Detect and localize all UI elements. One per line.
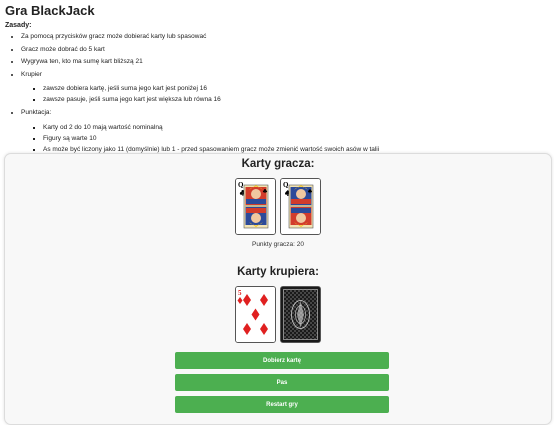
rule-dealer-item: zawsze dobiera kartę, jeśli suma jego ka… [43,83,379,94]
rule-dealer-label: Krupier [21,70,42,78]
rule-item: Gracz może dobrać do 5 kart [21,44,379,57]
player-card-queen-clubs: Q [235,178,276,235]
dealer-cards-title: Karty krupiera: [237,266,319,278]
draw-card-button[interactable]: Dobierz kartę [175,352,389,369]
player-card-queen-spades: Q [280,178,321,235]
card-rank: Q [238,181,244,189]
rule-item: Za pomocą przycisków gracz może dobierać… [21,31,379,44]
rule-scoring-item: Karty od 2 do 10 mają wartość nominalną [43,122,379,133]
card-rank: Q [283,181,289,189]
rule-dealer-item: zawsze pasuje, jeśli suma jego kart jest… [43,94,379,105]
rule-scoring-label: Punktacja: [21,109,52,116]
rule-dealer: Krupier zawsze dobiera kartę, jeśli suma… [21,69,379,106]
rule-scoring-item: Figury są warte 10 [43,133,379,144]
player-hand: Q Q [5,178,551,235]
player-points: Punkty gracza: 20 [251,241,305,248]
restart-button[interactable]: Restart gry [175,396,389,413]
player-cards-title: Karty gracza: [241,158,315,170]
card-rank: 5 [238,289,242,297]
page-title: Gra BlackJack [5,3,95,18]
rules-list: Za pomocą przycisków gracz może dobierać… [5,31,379,157]
pass-button[interactable]: Pas [175,374,389,391]
game-panel: Karty gracza: Q Q Punkty gracza: 20 Kart… [4,153,552,425]
rule-item: Wygrywa ten, kto ma sumę kart bliższą 21 [21,56,379,69]
rule-scoring: Punktacja: Karty od 2 do 10 mają wartość… [21,107,379,155]
dealer-card-five-diamonds: 5 [235,286,276,343]
rules-heading: Zasady: [5,22,32,29]
dealer-hand: 5 [5,286,551,343]
dealer-card-face-down [280,286,321,343]
